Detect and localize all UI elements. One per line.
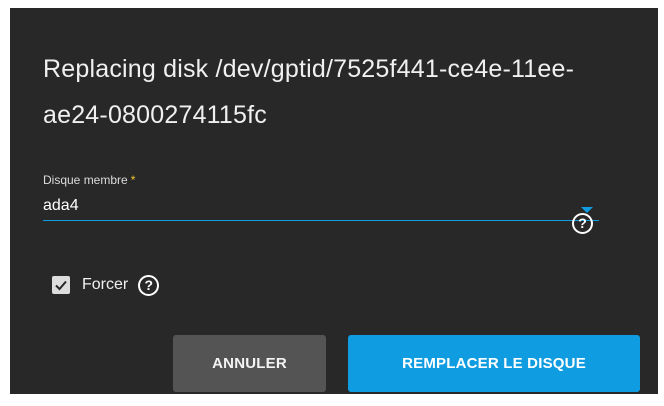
- checkmark-icon: [55, 280, 67, 291]
- force-checkbox[interactable]: [52, 276, 70, 294]
- cancel-button[interactable]: ANNULER: [173, 335, 326, 392]
- member-disk-field: Disque membre * ada4: [43, 173, 613, 243]
- force-option: Forcer ?: [52, 272, 160, 298]
- replace-disk-button[interactable]: REMPLACER LE DISQUE: [348, 335, 640, 392]
- replace-disk-dialog: Replacing disk /dev/gptid/7525f441-ce4e-…: [10, 8, 658, 394]
- member-disk-label: Disque membre *: [43, 173, 135, 187]
- required-marker: *: [130, 173, 136, 187]
- member-disk-help-icon[interactable]: ?: [572, 213, 593, 234]
- member-disk-select[interactable]: ada4: [43, 187, 599, 221]
- force-help-icon[interactable]: ?: [138, 274, 160, 296]
- force-label: Forcer: [82, 276, 129, 293]
- dialog-title: Replacing disk /dev/gptid/7525f441-ce4e-…: [43, 55, 575, 129]
- member-disk-label-text: Disque membre: [43, 173, 128, 187]
- member-disk-value: ada4: [43, 197, 79, 214]
